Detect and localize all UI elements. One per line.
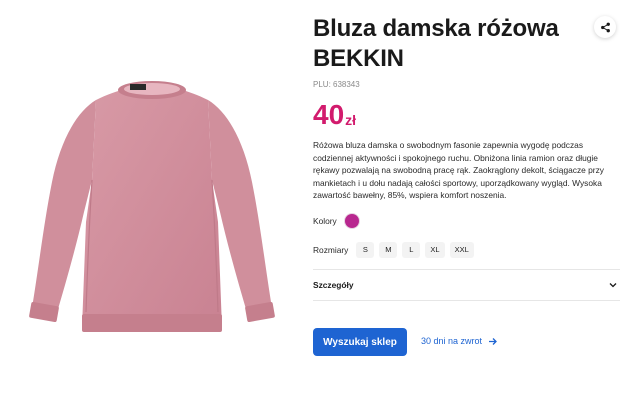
product-price: 40 zł [313,101,613,129]
size-option-xxl[interactable]: XXL [449,241,474,258]
divider-bottom [313,300,620,301]
size-option-l[interactable]: L [402,241,421,258]
returns-link[interactable]: 30 dni na zwrot [421,336,498,346]
find-store-button[interactable]: Wyszukaj sklep [313,328,407,356]
divider-top [313,269,620,270]
sizes-label: Rozmiary [313,244,349,255]
product-title-line1: Bluza damska różowa [313,15,559,42]
product-image-panel [0,0,302,413]
product-title: Bluza damska różowa BEKKIN [313,14,583,74]
details-accordion[interactable]: Szczegóły [313,277,620,293]
arrow-right-icon [489,337,497,345]
size-option-xl[interactable]: XL [425,241,445,258]
share-icon [600,22,610,32]
size-option-m[interactable]: M [379,241,398,258]
share-button[interactable] [594,16,616,38]
color-swatch-pink[interactable] [344,213,359,228]
returns-label: 30 dni na zwrot [421,336,483,346]
product-description: Różowa bluza damska o swobodnym fasonie … [313,140,604,201]
details-accordion-title: Szczegóły [313,280,354,290]
product-details: Bluza damska różowa BEKKIN PLU: 638343 4… [313,14,613,258]
colors-row: Kolory [313,213,613,228]
price-currency: zł [345,112,357,128]
size-option-s[interactable]: S [356,241,375,258]
colors-label: Kolory [313,215,337,226]
sizes-row: Rozmiary S M L XL XXL [313,241,613,258]
price-amount: 40 [313,99,345,130]
chevron-down-icon [609,283,617,288]
product-image[interactable] [26,72,278,354]
product-title-line2: BEKKIN [313,45,404,72]
product-plu: PLU: 638343 [313,80,360,89]
